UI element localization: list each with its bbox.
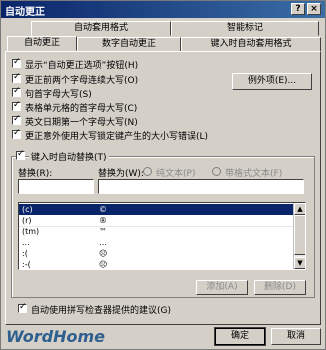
plain-text-label: 纯文本(P) xyxy=(156,169,196,179)
capitalize-table-cells-label: 表格单元格的首字母大写(C) xyxy=(25,104,138,114)
replace-as-you-type-checkbox[interactable] xyxy=(16,149,25,160)
list-item[interactable]: (c) © xyxy=(19,204,294,215)
show-options-label: 显示“自动更正选项”按钮(H) xyxy=(25,61,139,71)
capitalize-days-label: 英文日期第一个字母大写(N) xyxy=(25,118,138,128)
capitalize-table-cells-checkbox[interactable] xyxy=(12,100,21,111)
list-item[interactable]: (r) ® xyxy=(19,215,294,226)
close-icon[interactable]: × xyxy=(307,3,321,15)
formatted-text-label: 带格式文本(F) xyxy=(225,169,283,179)
two-initial-caps-label: 更正前两个字母连续大写(O) xyxy=(25,76,139,86)
scroll-thumb[interactable] xyxy=(294,215,305,255)
spell-suggest-label: 自动使用拼写检查器提供的建议(G) xyxy=(31,306,171,316)
plain-text-radio[interactable] xyxy=(143,167,152,176)
capitalize-sentences-checkbox[interactable] xyxy=(12,86,21,97)
tab-math-autocorrect[interactable]: 数字自动更正 xyxy=(77,37,181,52)
entry-to: ™ xyxy=(99,227,107,236)
title-bar: 自动更正 ? × xyxy=(1,1,325,18)
formatted-text-radio[interactable] xyxy=(212,167,221,176)
entry-from: (c) xyxy=(22,205,33,214)
replace-as-you-type-label: 键入时自动替换(T) xyxy=(29,150,109,163)
entry-from: ... xyxy=(22,238,30,247)
entry-from: (r) xyxy=(22,216,32,225)
two-initial-caps-checkbox[interactable] xyxy=(12,72,21,83)
tab-smart-tags[interactable]: 智能标记 xyxy=(171,21,319,36)
with-label: 替换为(W): xyxy=(98,169,144,179)
show-options-checkbox[interactable] xyxy=(12,57,21,68)
tab-autoformat-as-you-type[interactable]: 键入时自动套用格式 xyxy=(181,37,321,52)
help-icon[interactable]: ? xyxy=(291,3,305,15)
entry-from: :-( xyxy=(22,260,31,269)
entry-to: © xyxy=(99,205,107,214)
entry-to: ☹ xyxy=(99,260,108,269)
scroll-up-icon[interactable]: ▲ xyxy=(294,203,305,215)
caps-lock-label: 更正意外使用大写锁定键产生的大小写错误(L) xyxy=(25,132,209,142)
autocorrect-dialog: 自动更正 ? × 自动套用格式 智能标记 自动更正 数字自动更正 键入时自动套用… xyxy=(0,0,326,350)
caps-lock-checkbox[interactable] xyxy=(12,128,21,139)
capitalize-sentences-label: 句首字母大写(S) xyxy=(25,90,92,100)
list-item[interactable]: ... … xyxy=(19,237,294,248)
autocorrect-panel: 显示“自动更正选项”按钮(H) 更正前两个字母连续大写(O) 句首字母大写(S)… xyxy=(5,51,321,325)
entry-from: (tm) xyxy=(22,227,40,236)
replace-input[interactable] xyxy=(18,179,94,194)
wordhome-watermark: WordHome xyxy=(6,327,106,346)
tab-autocorrect[interactable]: 自动更正 xyxy=(7,36,77,51)
tab-autoformat[interactable]: 自动套用格式 xyxy=(31,21,171,36)
add-button[interactable]: 添加(A) xyxy=(196,280,248,295)
list-item[interactable]: :( ☹ xyxy=(19,248,294,259)
entry-from: :( xyxy=(22,249,28,258)
replace-label: 替换(R): xyxy=(18,169,53,179)
list-item[interactable]: (tm) ™ xyxy=(19,226,294,237)
entry-to: … xyxy=(99,238,107,247)
with-input[interactable] xyxy=(98,179,304,194)
entry-to: ☹ xyxy=(99,249,108,258)
scroll-down-icon[interactable]: ▼ xyxy=(294,257,305,269)
list-scrollbar[interactable]: ▲ ▼ xyxy=(293,203,305,269)
capitalize-days-checkbox[interactable] xyxy=(12,114,21,125)
ok-button[interactable]: 确定 xyxy=(214,327,266,346)
entry-to: ® xyxy=(99,216,107,225)
exceptions-button[interactable]: 例外项(E)... xyxy=(232,73,312,90)
cancel-button[interactable]: 取消 xyxy=(271,328,321,345)
spell-suggest-checkbox[interactable] xyxy=(18,302,27,313)
autocorrect-entries-list[interactable]: (c) © (r) ® (tm) ™ ... … :( ☹ :-( ☹ ▲ ▼ xyxy=(18,202,306,270)
list-item[interactable]: :-( ☹ xyxy=(19,259,294,269)
dialog-title: 自动更正 xyxy=(5,7,45,18)
delete-button[interactable]: 删除(D) xyxy=(254,280,306,295)
